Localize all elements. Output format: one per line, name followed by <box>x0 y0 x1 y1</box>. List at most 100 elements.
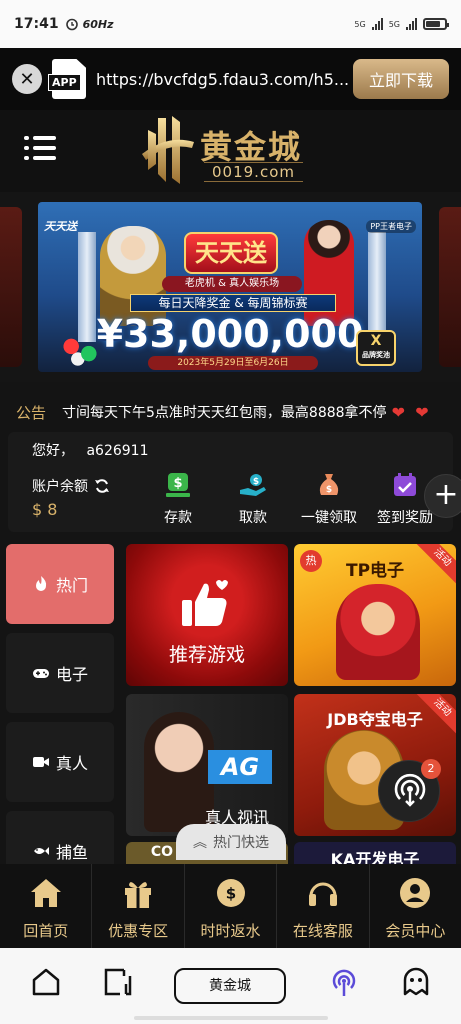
home-indicator <box>134 1016 328 1020</box>
status-time: 17:41 <box>14 16 59 32</box>
nav-support-label: 在线客服 <box>292 922 353 940</box>
svg-text:$: $ <box>253 477 259 487</box>
logo-domain: 0019.com <box>204 162 303 182</box>
nav-home[interactable]: 回首页 <box>0 864 93 948</box>
x-badge-sub: 品牌奖池 <box>362 351 390 359</box>
refresh-icon[interactable] <box>94 478 110 494</box>
carousel-prev-slide[interactable] <box>0 207 22 367</box>
recommended-games-label: 推荐游戏 <box>168 644 245 666</box>
announcement-tag: 公告 <box>16 403 47 422</box>
recommended-games-tile[interactable]: 推荐游戏 <box>126 544 288 686</box>
deposit-label: 存款 <box>164 510 192 526</box>
menu-icon[interactable] <box>24 134 56 162</box>
refresh-rate: 60Hz <box>82 17 114 31</box>
coin-flower-icon: $ <box>216 879 245 907</box>
banner-amount: ¥33,000,000 <box>96 312 364 356</box>
nav-support[interactable]: 在线客服 <box>277 864 370 948</box>
deposit-icon: $ <box>166 473 190 497</box>
app-url: https://bvcfdg5.fdau3.com/h5... <box>96 69 350 89</box>
banner-brand-left: 天天送 <box>44 220 77 233</box>
category-slots[interactable]: 电子 <box>6 633 114 713</box>
username: a626911 <box>86 443 149 459</box>
app-icon-label: APP <box>48 74 81 91</box>
broadcast-badge: 2 <box>421 759 441 779</box>
category-hot[interactable]: 热门 <box>6 544 114 624</box>
browser-home-icon[interactable] <box>30 966 62 998</box>
nav-member[interactable]: 会员中心 <box>370 864 461 948</box>
bottom-nav: 回首页 优惠专区 $ 时时返水 在线客服 会员中心 <box>0 864 461 948</box>
ka-slots-tile[interactable]: KA开发电子 <box>294 842 456 864</box>
nav-member-label: 会员中心 <box>385 922 446 940</box>
browser-toolbar: 黄金城 <box>0 948 461 1024</box>
svg-text:$: $ <box>326 485 332 495</box>
deposit-button[interactable]: $ 存款 <box>139 472 217 527</box>
hot-quick-select-label: 热门快选 <box>213 835 269 851</box>
carousel-next-slide[interactable] <box>439 207 461 367</box>
battery-icon <box>423 18 449 30</box>
category-fishing-label: 捕鱼 <box>55 843 88 862</box>
nav-rebate[interactable]: $ 时时返水 <box>185 864 278 948</box>
claim-all-button[interactable]: $ 一键领取 <box>290 472 368 527</box>
network-label-1: 5G <box>354 19 366 29</box>
svg-text:$: $ <box>173 476 182 491</box>
announcement-bar[interactable]: 公告 寸间每天下午5点准时天天红包雨，最高8888拿不停 ❤ ❤ <box>0 398 461 426</box>
signal-icon-1 <box>371 18 383 30</box>
home-icon <box>30 879 61 907</box>
promo-banner[interactable]: 天天送 PP王者电子 天天送 老虎机 & 真人娱乐场 每日天降奖金 & 每周锦标… <box>38 202 422 372</box>
greeting-text: 您好， <box>32 443 74 459</box>
nav-promotions[interactable]: 优惠专区 <box>92 864 185 948</box>
logo-mark-icon <box>142 116 194 184</box>
browser-ghost-icon[interactable] <box>400 966 432 998</box>
money-bag-icon: $ <box>319 474 339 495</box>
broadcast-button[interactable]: 2 <box>378 759 441 822</box>
banner-title: 天天送 <box>184 232 278 274</box>
gift-icon <box>125 882 152 908</box>
calendar-check-icon <box>394 473 416 496</box>
fish-icon <box>33 847 49 855</box>
app-screen: 17:41 60Hz 5G 5G ✕ APP https://bvcfdg5.f… <box>0 0 461 1024</box>
video-camera-icon <box>32 757 49 767</box>
withdraw-icon: $ <box>240 474 266 496</box>
announcement-text: 寸间每天下午5点准时天天红包雨，最高8888拿不停 <box>62 405 387 421</box>
nav-rebate-label: 时时返水 <box>200 922 261 940</box>
category-slots-label: 电子 <box>55 665 88 684</box>
browser-tabs-icon[interactable] <box>102 966 134 998</box>
nav-promotions-label: 优惠专区 <box>108 922 169 940</box>
svg-text:$: $ <box>225 885 235 903</box>
banner-pillar <box>368 232 386 342</box>
user-icon <box>400 878 431 908</box>
headset-icon <box>308 882 337 906</box>
ag-live-tile[interactable]: AG 真人视讯 <box>126 694 288 836</box>
status-bar: 17:41 60Hz 5G 5G <box>0 0 461 48</box>
category-live[interactable]: 真人 <box>6 722 114 802</box>
download-button[interactable]: 立即下载 <box>352 59 449 99</box>
double-chevron-up-icon: ︽ <box>193 835 207 851</box>
site-logo[interactable]: 黄金城 0019.com <box>138 114 328 188</box>
x-badge-letter: X <box>370 333 382 349</box>
hot-quick-select-button[interactable]: ︽ 热门快选 <box>176 824 286 860</box>
withdraw-button[interactable]: $ 取款 <box>214 472 292 527</box>
promo-carousel[interactable]: 天天送 PP王者电子 天天送 老虎机 & 真人娱乐场 每日天降奖金 & 每周锦标… <box>0 192 461 382</box>
app-download-banner: ✕ APP https://bvcfdg5.fdau3.com/h5... 立即… <box>0 48 461 110</box>
x-badge: X 品牌奖池 <box>356 330 396 366</box>
alarm-icon <box>65 18 78 31</box>
add-floating-button[interactable]: + <box>424 474 461 518</box>
hot-badge: 热 <box>300 550 322 572</box>
balance-label: 账户余额 <box>32 479 88 495</box>
browser-broadcast-icon[interactable] <box>328 966 360 998</box>
balance-label-row: 账户余额 <box>32 476 110 496</box>
greeting: 您好， a626911 <box>32 440 148 460</box>
fortune-god-figure <box>336 584 420 680</box>
browser-title[interactable]: 黄金城 <box>174 968 286 1004</box>
ag-logo: AG <box>208 750 272 784</box>
signal-icon-2 <box>406 18 417 30</box>
banner-brand-right: PP王者电子 <box>366 220 416 233</box>
casino-chips-icon <box>58 332 102 368</box>
category-fishing[interactable]: 捕鱼 <box>6 811 114 864</box>
banner-subtitle: 老虎机 & 真人娱乐场 <box>162 276 302 292</box>
category-hot-label: 热门 <box>55 576 88 595</box>
tp-slots-tile[interactable]: TP电子 热 活动 <box>294 544 456 686</box>
close-icon[interactable]: ✕ <box>12 64 42 94</box>
balance-value: $ 8 <box>32 500 58 519</box>
nav-home-label: 回首页 <box>23 922 69 940</box>
